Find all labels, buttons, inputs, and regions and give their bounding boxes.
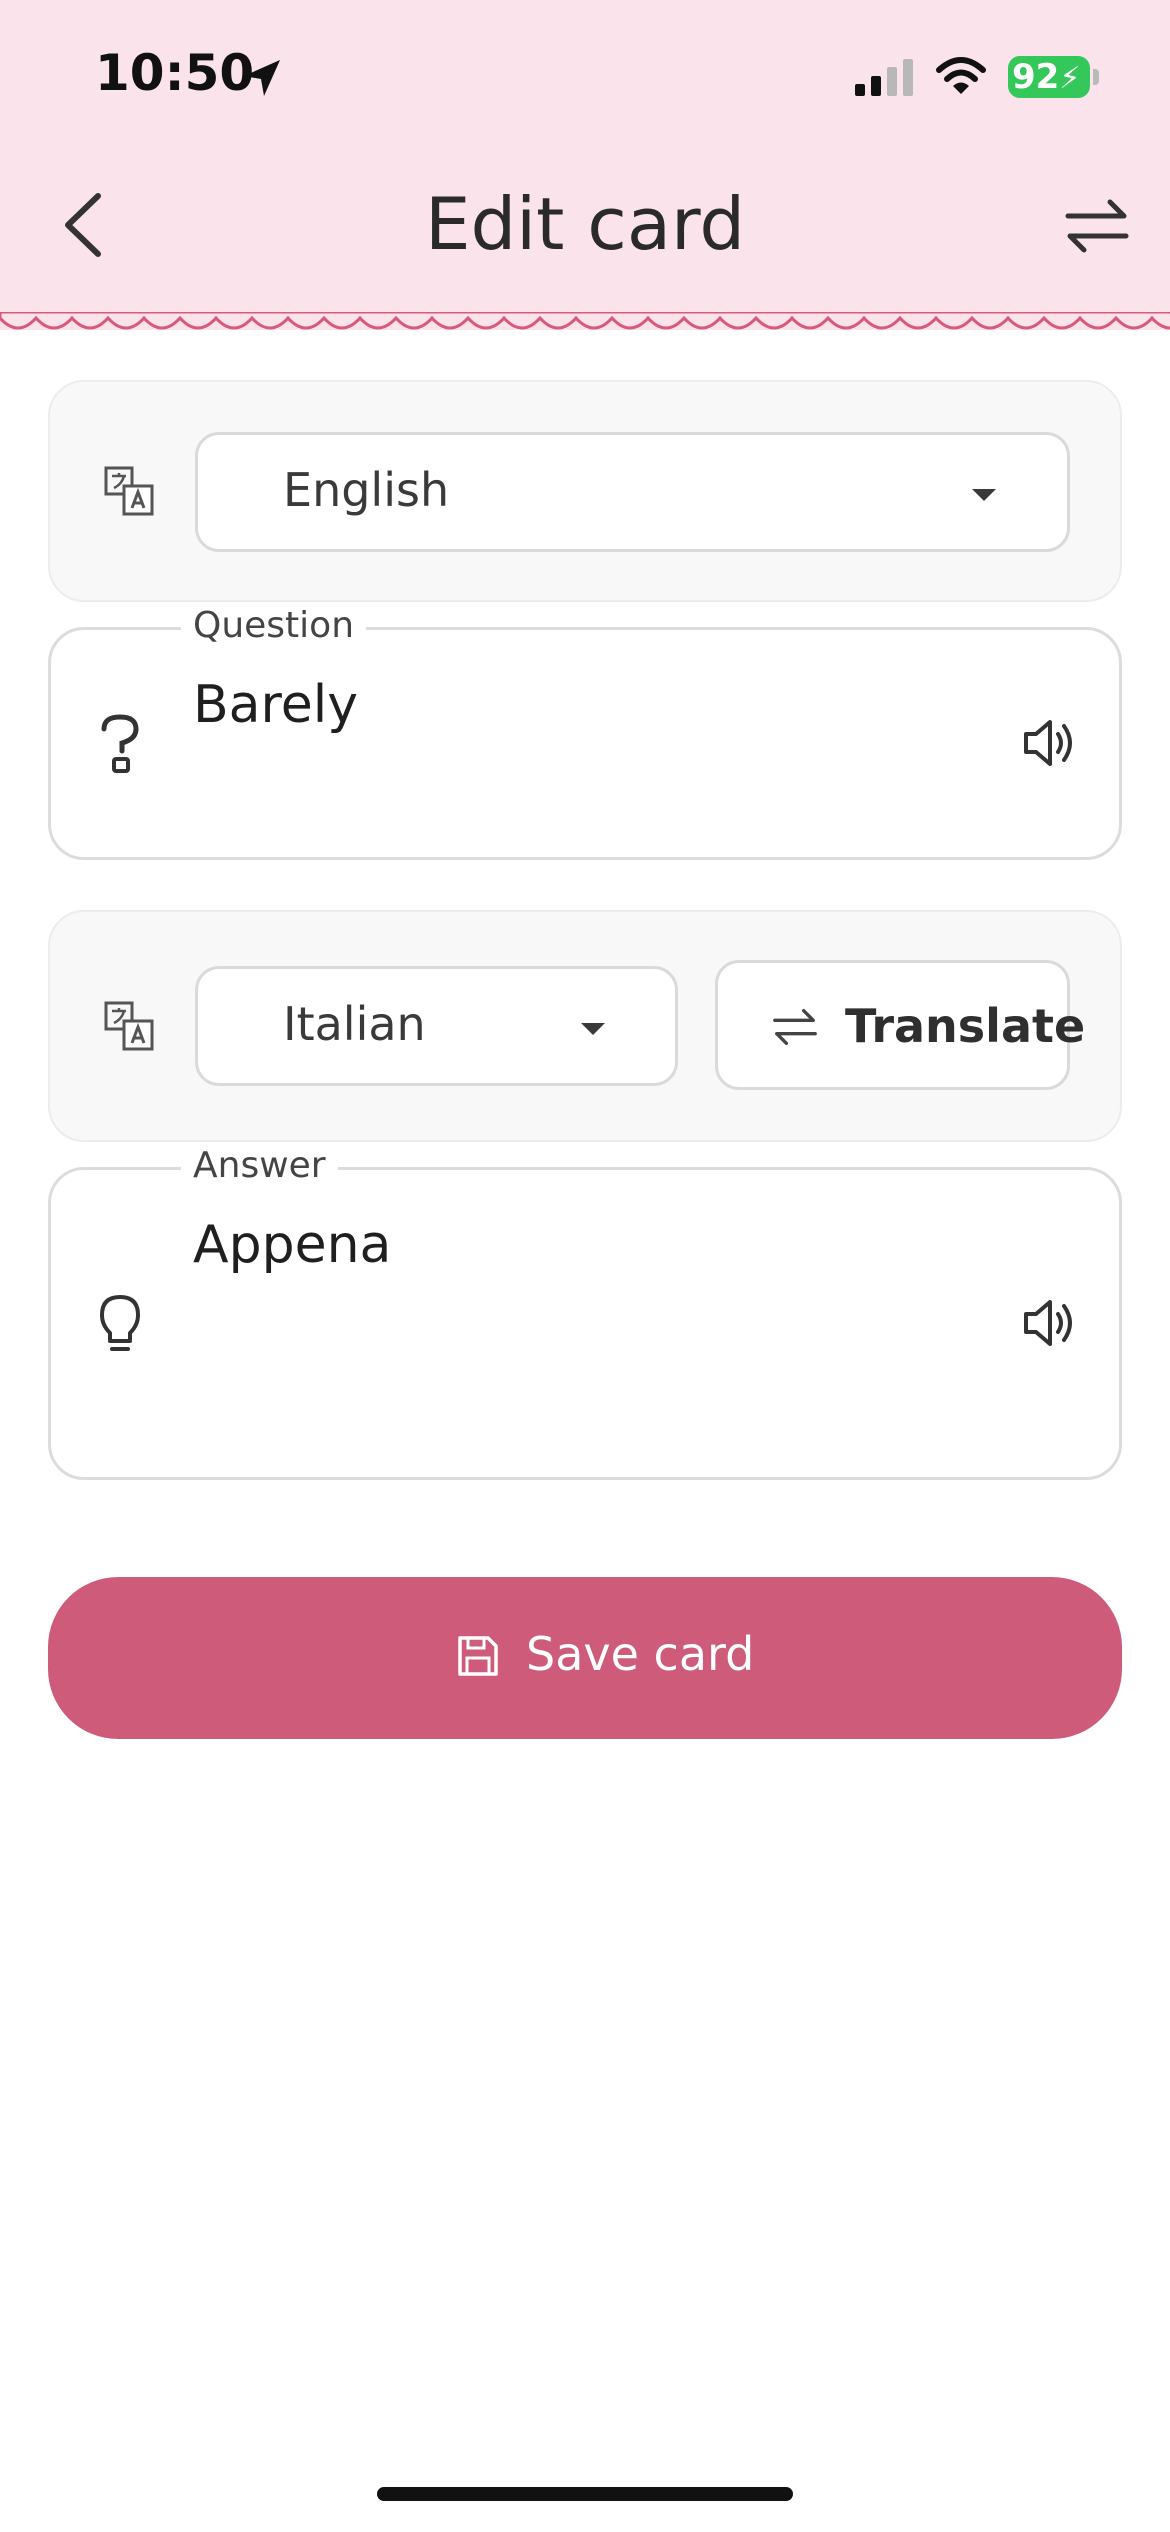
question-language-value: English xyxy=(283,463,450,517)
battery-cap xyxy=(1093,69,1099,85)
swap-arrows-icon[interactable] xyxy=(1062,190,1132,260)
question-field[interactable] xyxy=(48,627,1122,860)
question-language-select[interactable]: English xyxy=(195,432,1070,552)
page-title: Edit card xyxy=(424,182,746,266)
status-time: 10:50 xyxy=(95,44,255,102)
answer-label: Answer xyxy=(181,1145,338,1186)
translate-button-label: Translate xyxy=(845,999,1086,1053)
save-card-button[interactable]: Save card xyxy=(48,1577,1122,1739)
chevron-down-icon xyxy=(972,489,996,501)
answer-field[interactable] xyxy=(48,1167,1122,1480)
answer-input[interactable]: Appena xyxy=(193,1215,391,1275)
floppy-disk-icon xyxy=(458,1636,498,1676)
speaker-icon[interactable] xyxy=(1022,1296,1076,1350)
speaker-icon[interactable] xyxy=(1022,716,1076,770)
answer-language-value: Italian xyxy=(283,997,426,1051)
answer-language-select[interactable]: Italian xyxy=(195,966,678,1086)
swap-arrows-icon xyxy=(773,1009,817,1045)
translate-language-icon xyxy=(104,466,154,516)
question-label: Question xyxy=(181,605,367,646)
translate-button[interactable]: Translate xyxy=(715,960,1085,1090)
lightbulb-icon xyxy=(100,1295,140,1351)
battery-level: 92 xyxy=(1012,57,1060,97)
battery-indicator: 92⚡ xyxy=(1008,56,1090,98)
header-wave-edge xyxy=(0,312,1170,330)
charging-bolt-icon: ⚡ xyxy=(1059,61,1081,96)
home-indicator xyxy=(377,2487,793,2501)
save-card-label: Save card xyxy=(526,1627,755,1681)
translate-language-icon xyxy=(104,1001,154,1051)
question-mark-icon xyxy=(101,714,139,773)
wifi-icon xyxy=(936,57,986,94)
cellular-signal-icon xyxy=(855,59,913,96)
chevron-down-icon xyxy=(581,1023,605,1035)
question-input[interactable]: Barely xyxy=(193,675,358,735)
location-arrow-icon xyxy=(244,60,280,96)
